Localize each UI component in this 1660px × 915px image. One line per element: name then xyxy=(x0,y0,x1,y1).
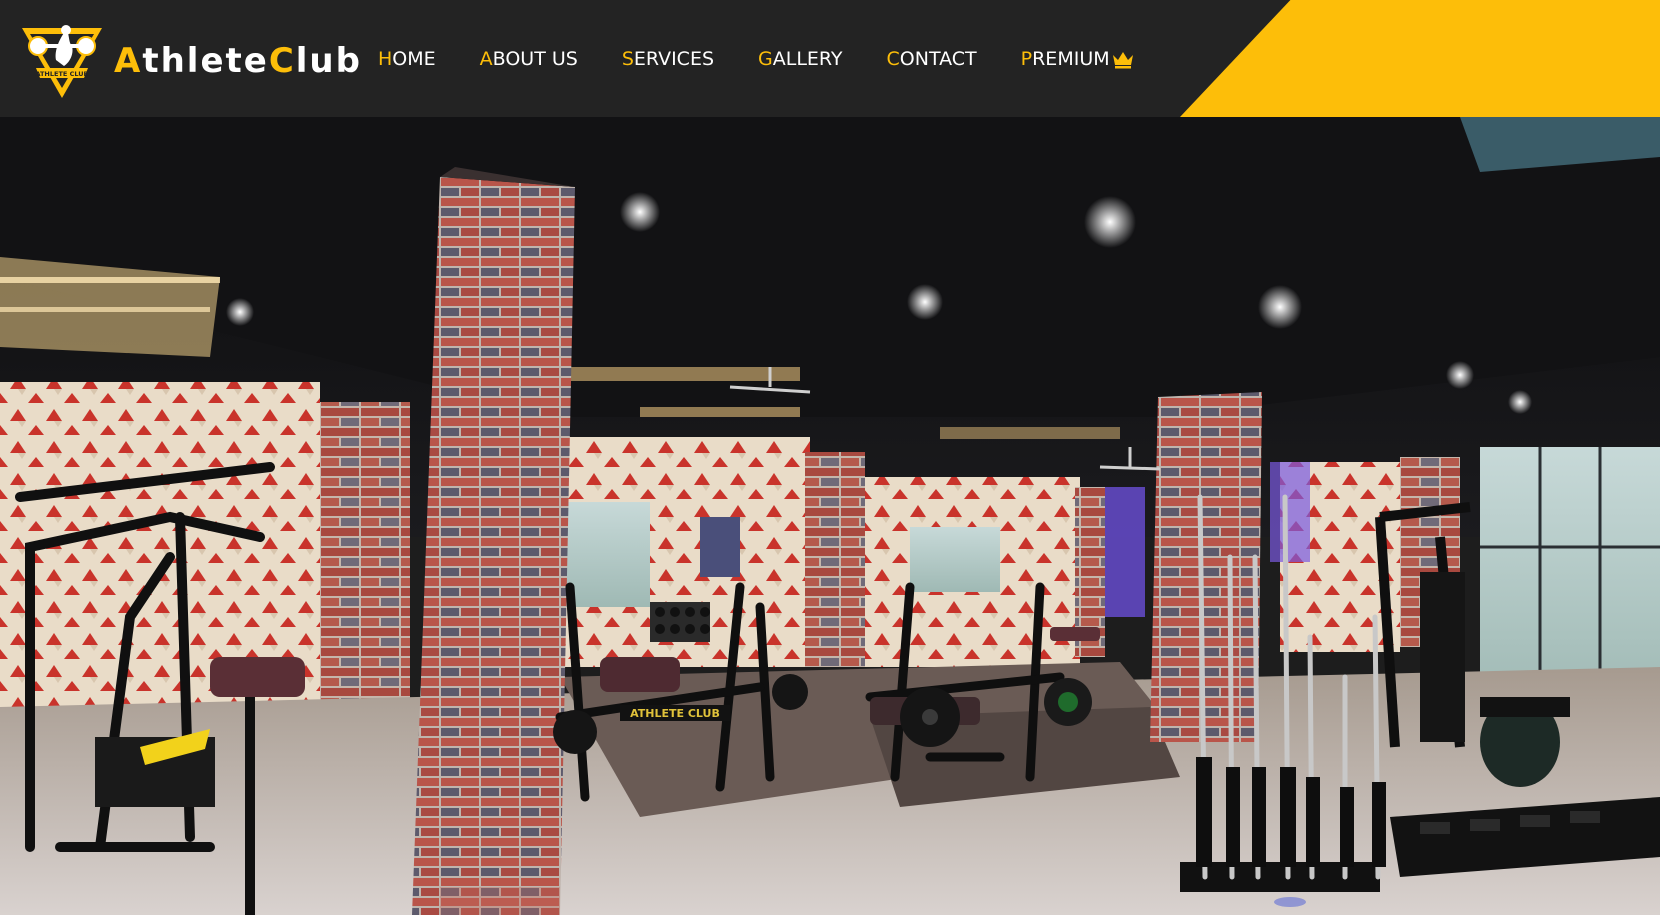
gym-interior-illustration: ATHLETE CLUB xyxy=(0,117,1660,915)
nav-gallery[interactable]: G ALLERY xyxy=(758,48,843,70)
nav-about-initial: A xyxy=(479,47,493,70)
nav-home-label: OME xyxy=(392,47,436,70)
crown-icon xyxy=(1112,51,1133,68)
brand-initial: A xyxy=(114,41,143,81)
nav-about-us[interactable]: A BOUT US xyxy=(480,48,578,70)
athlete-emblem-icon: ATHLETE CLUB xyxy=(22,25,102,98)
nav-gallery-initial: G xyxy=(758,47,773,70)
header-accent-shape xyxy=(1180,0,1660,117)
nav-about-label: BOUT US xyxy=(492,47,578,70)
nav-premium-initial: P xyxy=(1020,47,1033,70)
site-header: ATHLETE CLUB AthleteClub H OME A BOUT US S… xyxy=(0,0,1660,117)
nav-gallery-label: ALLERY xyxy=(772,47,843,70)
nav-home-initial: H xyxy=(378,47,393,70)
emblem-text: ATHLETE CLUB xyxy=(35,70,88,78)
nav-home[interactable]: H OME xyxy=(378,48,436,70)
nav-services[interactable]: S ERVICES xyxy=(622,48,714,70)
nav-premium[interactable]: P REMIUM xyxy=(1021,48,1135,70)
site-logo[interactable]: ATHLETE CLUB AthleteClub xyxy=(18,20,362,102)
brand-name: AthleteClub xyxy=(114,41,362,81)
nav-services-initial: S xyxy=(621,47,634,70)
brand-word-club: lub xyxy=(295,41,362,81)
nav-premium-label: REMIUM xyxy=(1032,47,1110,70)
hero-gym-image: ATHLETE CLUB xyxy=(0,117,1660,915)
brand-club-initial: C xyxy=(268,41,296,81)
nav-contact[interactable]: C ONTACT xyxy=(887,48,977,70)
brand-word-athlete: thlete xyxy=(142,41,269,81)
nav-contact-initial: C xyxy=(886,47,900,70)
nav-services-label: ERVICES xyxy=(633,47,715,70)
main-nav: H OME A BOUT US S ERVICES G ALLERY C ONTACT P… xyxy=(378,0,1179,117)
equipment-label: ATHLETE CLUB xyxy=(630,707,720,720)
nav-contact-label: ONTACT xyxy=(899,47,977,70)
